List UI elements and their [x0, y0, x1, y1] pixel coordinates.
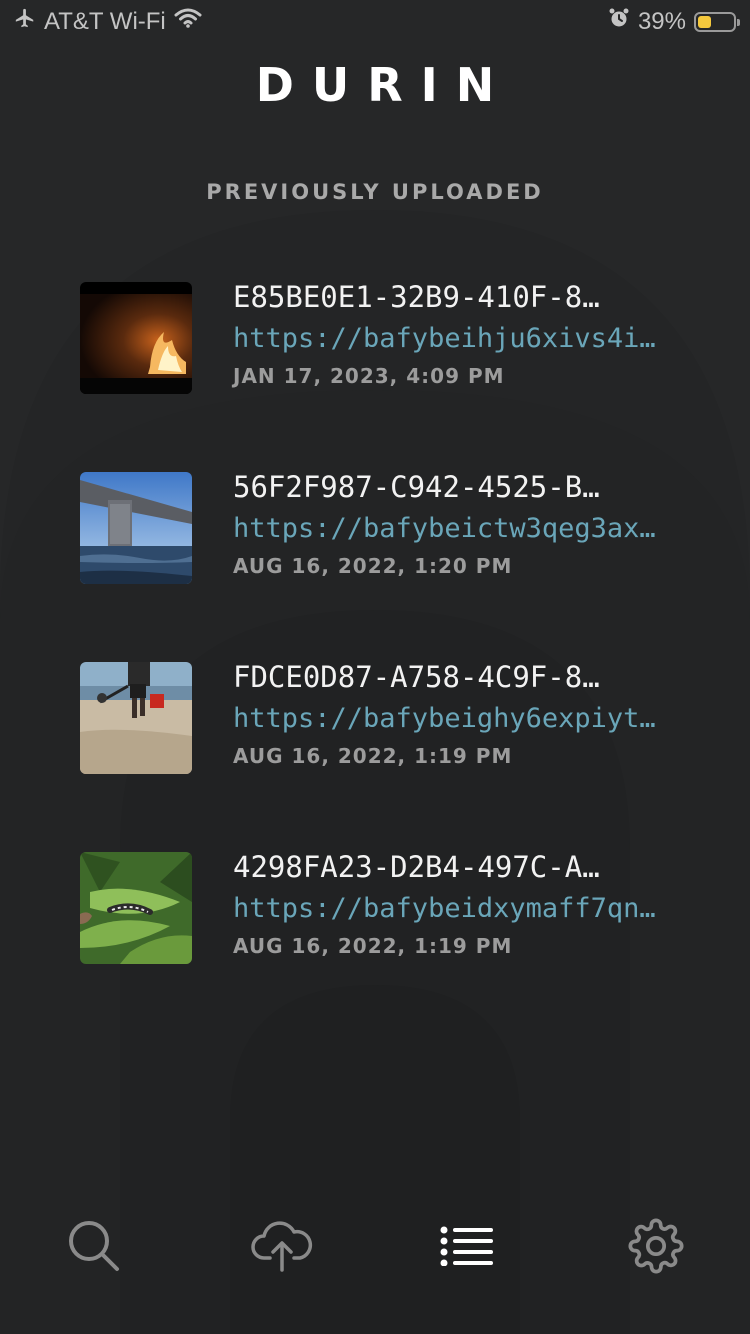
battery-percent: 39% [637, 7, 686, 35]
thumbnail-beach [80, 662, 192, 774]
battery-level [698, 15, 711, 28]
item-date: AUG 16, 2022, 1:19 PM [233, 744, 513, 768]
item-text: 56F2F987-C942-4525-B… https://bafybeictw… [233, 466, 669, 578]
item-url[interactable]: https://bafybeihju6xivs4i… [233, 318, 669, 360]
item-date: AUG 16, 2022, 1:19 PM [233, 934, 513, 958]
item-name: E85BE0E1-32B9-410F-8… [233, 280, 600, 314]
carrier-label: AT&T Wi-Fi [44, 7, 166, 35]
item-text: 4298FA23-D2B4-497C-A… https://bafybeidxy… [233, 846, 669, 958]
item-name: FDCE0D87-A758-4C9F-8… [233, 660, 600, 694]
item-date: AUG 16, 2022, 1:20 PM [233, 554, 513, 578]
app-title: DURIN [255, 58, 513, 112]
tab-list[interactable] [428, 1196, 508, 1296]
gear-icon [628, 1218, 684, 1274]
thumbnail-caterpillar [80, 852, 192, 964]
thumbnail-bridge [80, 472, 192, 584]
airplane-icon [14, 7, 36, 36]
item-name: 56F2F987-C942-4525-B… [233, 470, 600, 504]
item-name: 4298FA23-D2B4-497C-A… [233, 850, 600, 884]
item-url[interactable]: https://bafybeictw3qeg3ax… [233, 508, 669, 550]
tab-search[interactable] [54, 1196, 134, 1296]
item-text: E85BE0E1-32B9-410F-8… https://bafybeihju… [233, 276, 669, 388]
list-icon [440, 1226, 493, 1266]
status-right: 39% [608, 7, 740, 36]
tab-upload[interactable] [242, 1196, 322, 1296]
status-bar: AT&T Wi-Fi 39% [0, 0, 750, 40]
tab-bar [0, 1196, 750, 1296]
uploads-list: E85BE0E1-32B9-410F-8… https://bafybeihju… [0, 280, 750, 1042]
search-icon [69, 1221, 119, 1271]
item-date: JAN 17, 2023, 4:09 PM [233, 364, 505, 388]
list-item[interactable]: E85BE0E1-32B9-410F-8… https://bafybeihju… [0, 280, 750, 394]
item-text: FDCE0D87-A758-4C9F-8… https://bafybeighy… [233, 656, 669, 768]
section-title: PREVIOUSLY UPLOADED [206, 180, 544, 204]
wifi-icon [174, 7, 202, 36]
status-left: AT&T Wi-Fi [14, 7, 202, 36]
tab-settings[interactable] [616, 1196, 696, 1296]
list-item[interactable]: 56F2F987-C942-4525-B… https://bafybeictw… [0, 470, 750, 584]
item-url[interactable]: https://bafybeighy6expiyt… [233, 698, 669, 740]
list-item[interactable]: FDCE0D87-A758-4C9F-8… https://bafybeighy… [0, 660, 750, 774]
alarm-icon [608, 7, 630, 36]
list-item[interactable]: 4298FA23-D2B4-497C-A… https://bafybeidxy… [0, 850, 750, 964]
item-url[interactable]: https://bafybeidxymaff7qn… [233, 888, 669, 930]
thumbnail-fire [80, 282, 192, 394]
cloud-upload-icon [251, 1221, 313, 1272]
battery-icon [694, 11, 740, 32]
